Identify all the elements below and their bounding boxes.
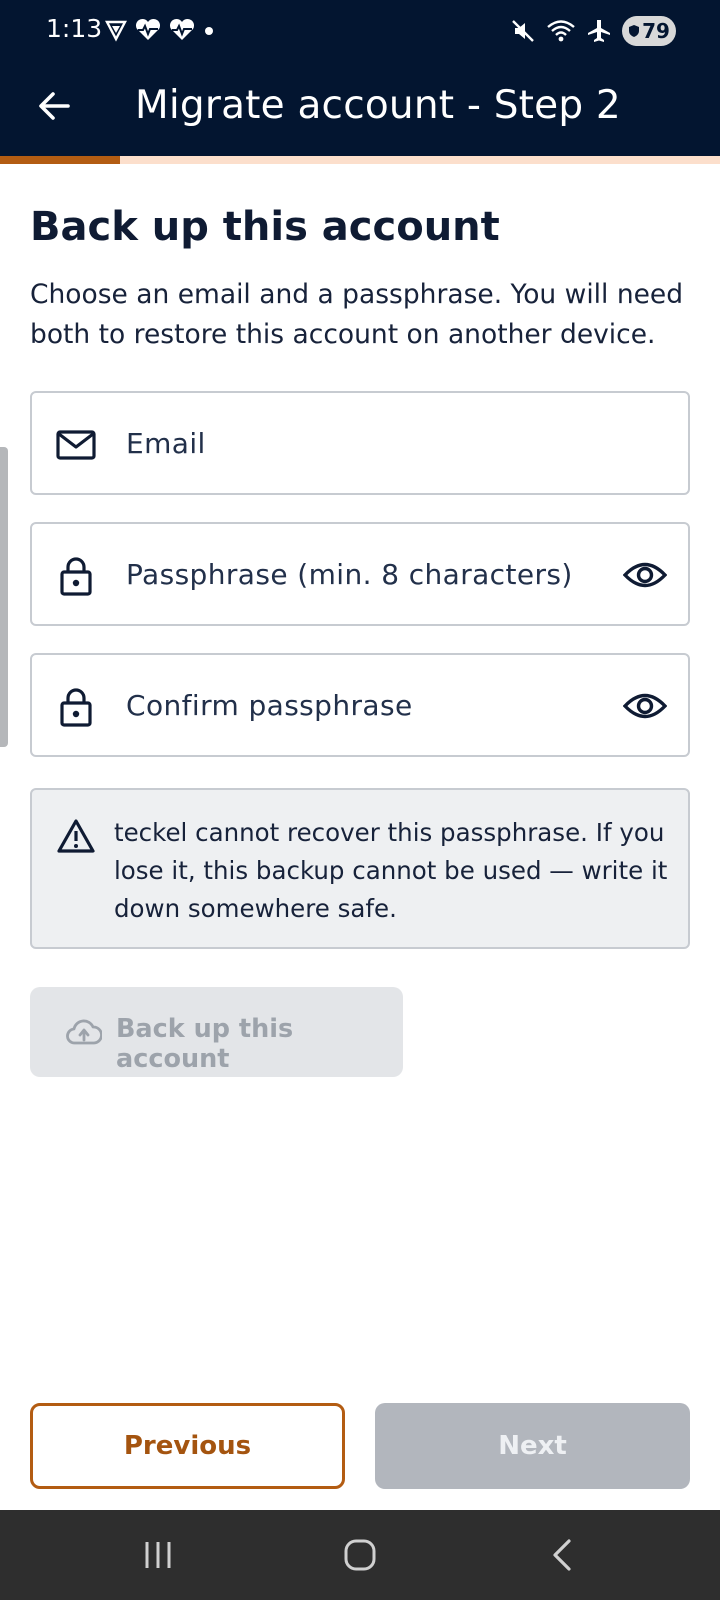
dot-icon (205, 27, 213, 35)
lock-icon (54, 554, 98, 598)
email-input[interactable] (126, 393, 626, 493)
vpn-shield-icon (105, 20, 127, 42)
chevron-left-icon (553, 1539, 571, 1571)
eye-icon[interactable] (620, 683, 670, 729)
page-description: Choose an email and a passphrase. You wi… (30, 279, 684, 350)
scroll-indicator (0, 447, 8, 747)
battery-icon: 79 (622, 16, 676, 46)
warning-text: teckel cannot recover this passphrase. I… (114, 818, 668, 923)
home-button[interactable] (330, 1530, 390, 1580)
recent-apps-icon (145, 1542, 171, 1568)
email-field[interactable] (30, 391, 690, 495)
home-icon (344, 1539, 376, 1571)
health-icon (135, 18, 161, 40)
back-up-account-button[interactable]: Back up this account (30, 987, 403, 1077)
mail-icon (54, 423, 98, 467)
page-title: Back up this account (30, 204, 500, 250)
warning-icon (57, 819, 95, 853)
passphrase-warning: teckel cannot recover this passphrase. I… (30, 788, 690, 949)
app-bar: Migrate account - Step 2 (0, 62, 720, 156)
status-left-icons (104, 18, 216, 42)
status-right-icons: 79 (510, 16, 676, 46)
recent-apps-button[interactable] (128, 1530, 188, 1580)
mute-icon (512, 20, 534, 42)
arrow-left-icon (39, 92, 70, 120)
step-progress-bar (0, 156, 720, 164)
confirm-passphrase-field[interactable] (30, 653, 690, 757)
back-button[interactable] (26, 78, 82, 134)
status-time: 1:13 (46, 14, 103, 43)
step-progress-fill (0, 156, 120, 164)
eye-icon[interactable] (620, 552, 670, 598)
confirm-passphrase-input[interactable] (126, 655, 626, 755)
health-icon (169, 18, 195, 40)
system-back-button[interactable] (532, 1530, 592, 1580)
lock-icon (54, 685, 98, 729)
back-up-account-label: Back up this account (116, 1014, 294, 1074)
system-nav-bar (0, 1510, 720, 1600)
previous-button[interactable]: Previous (30, 1403, 345, 1489)
airplane-icon (588, 20, 610, 42)
next-button[interactable]: Next (375, 1403, 690, 1489)
app-title: Migrate account - Step 2 (135, 83, 621, 128)
wifi-icon (547, 20, 575, 42)
battery-level: 79 (642, 19, 670, 43)
passphrase-input[interactable] (126, 524, 626, 624)
status-bar: 1:13 79 (0, 0, 720, 62)
passphrase-field[interactable] (30, 522, 690, 626)
cloud-upload-icon (66, 1019, 102, 1045)
